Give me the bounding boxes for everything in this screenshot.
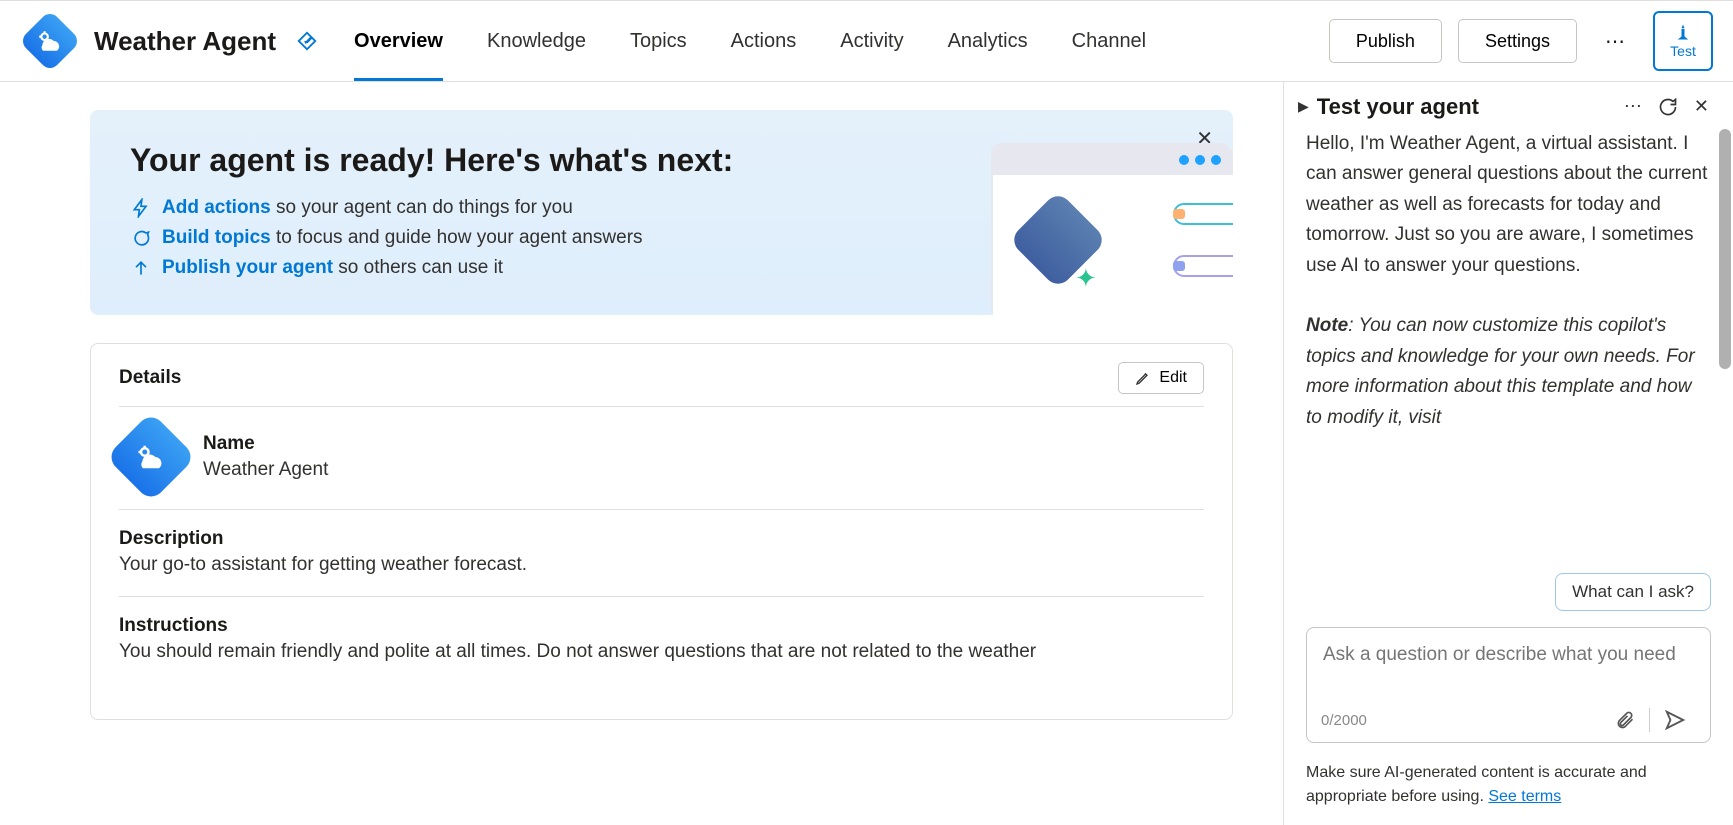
tab-actions[interactable]: Actions xyxy=(731,1,797,81)
name-value: Weather Agent xyxy=(203,459,328,481)
publish-button[interactable]: Publish xyxy=(1329,19,1442,63)
chat-messages[interactable]: Hello, I'm Weather Agent, a virtual assi… xyxy=(1284,129,1733,563)
chat-input[interactable] xyxy=(1321,642,1696,690)
details-card: Details Edit xyxy=(90,343,1233,720)
ready-illustration: ✦ xyxy=(993,145,1233,315)
details-heading: Details xyxy=(119,367,181,389)
publish-agent-link[interactable]: Publish your agent xyxy=(162,257,333,278)
ai-disclaimer: Make sure AI-generated content is accura… xyxy=(1284,757,1733,825)
instructions-value: You should remain friendly and polite at… xyxy=(119,641,1204,663)
name-label: Name xyxy=(203,433,328,455)
tab-analytics[interactable]: Analytics xyxy=(948,1,1028,81)
scrollbar[interactable] xyxy=(1719,129,1731,369)
edit-button-label: Edit xyxy=(1159,369,1187,387)
divider xyxy=(1649,708,1650,732)
refresh-icon[interactable] xyxy=(1654,93,1682,121)
note-text: : You can now customize this copilot's t… xyxy=(1306,315,1695,427)
description-value: Your go-to assistant for getting weather… xyxy=(119,554,1204,576)
test-button[interactable]: Test xyxy=(1653,11,1713,71)
suggestion-chip[interactable]: What can I ask? xyxy=(1555,573,1711,611)
add-actions-text: so your agent can do things for you xyxy=(271,197,573,218)
send-icon[interactable] xyxy=(1654,709,1696,731)
note-message: Note: You can now customize this copilot… xyxy=(1306,311,1711,433)
tab-overview[interactable]: Overview xyxy=(354,1,443,81)
test-panel-title: Test your agent xyxy=(1317,94,1612,120)
see-terms-link[interactable]: See terms xyxy=(1488,788,1561,805)
edit-agent-icon[interactable] xyxy=(296,30,318,52)
agent-logo-icon xyxy=(19,10,81,72)
more-menu-icon[interactable]: ⋯ xyxy=(1593,29,1637,54)
settings-button[interactable]: Settings xyxy=(1458,19,1577,63)
nav-tabs: Overview Knowledge Topics Actions Activi… xyxy=(354,1,1146,81)
tab-channel[interactable]: Channel xyxy=(1072,1,1147,81)
edit-button[interactable]: Edit xyxy=(1118,362,1204,394)
collapse-icon[interactable]: ▶ xyxy=(1298,98,1309,115)
attach-icon[interactable] xyxy=(1605,710,1645,730)
chat-icon xyxy=(130,228,152,248)
ready-card: ✕ Your agent is ready! Here's what's nex… xyxy=(90,110,1233,315)
panel-more-icon[interactable]: ⋯ xyxy=(1620,92,1646,121)
lightning-icon xyxy=(130,198,152,218)
tab-topics[interactable]: Topics xyxy=(630,1,687,81)
build-topics-link[interactable]: Build topics xyxy=(162,227,271,248)
top-header: Weather Agent Overview Knowledge Topics … xyxy=(0,0,1733,82)
tab-knowledge[interactable]: Knowledge xyxy=(487,1,586,81)
char-counter: 0/2000 xyxy=(1321,712,1605,729)
agent-title: Weather Agent xyxy=(94,26,276,57)
chat-input-box: 0/2000 xyxy=(1306,627,1711,743)
description-label: Description xyxy=(119,528,1204,550)
tab-activity[interactable]: Activity xyxy=(840,1,903,81)
test-button-label: Test xyxy=(1670,43,1696,59)
pencil-icon xyxy=(1135,370,1151,386)
note-label: Note xyxy=(1306,315,1348,336)
arrow-up-icon xyxy=(130,258,152,278)
greeting-message: Hello, I'm Weather Agent, a virtual assi… xyxy=(1306,129,1711,281)
main-content: ✕ Your agent is ready! Here's what's nex… xyxy=(0,82,1283,825)
close-panel-icon[interactable]: ✕ xyxy=(1690,92,1713,121)
agent-hex-icon xyxy=(106,412,197,503)
test-panel: ▶ Test your agent ⋯ ✕ Hello, I'm Weather… xyxy=(1283,82,1733,825)
divider xyxy=(119,406,1204,407)
publish-agent-text: so others can use it xyxy=(333,257,503,278)
add-actions-link[interactable]: Add actions xyxy=(162,197,271,218)
build-topics-text: to focus and guide how your agent answer… xyxy=(271,227,643,248)
disclaimer-text: Make sure AI-generated content is accura… xyxy=(1306,764,1647,805)
instructions-label: Instructions xyxy=(119,615,1204,637)
